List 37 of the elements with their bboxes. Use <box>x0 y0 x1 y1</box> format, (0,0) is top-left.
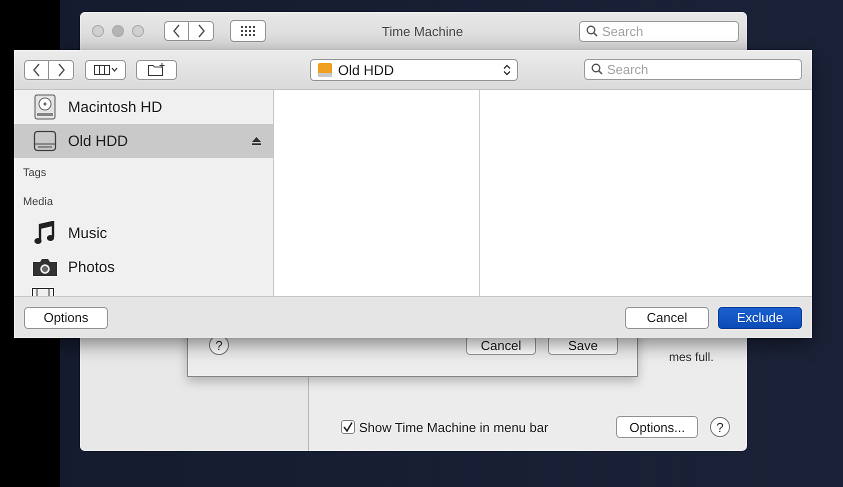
back-button[interactable] <box>164 21 189 41</box>
drive-icon <box>317 62 333 78</box>
search-field[interactable]: Search <box>584 59 802 80</box>
eject-icon[interactable] <box>252 137 261 145</box>
view-button[interactable] <box>85 60 126 80</box>
sidebar-item[interactable]: Photos <box>14 250 273 284</box>
sidebar-item[interactable]: Old HDD <box>14 124 273 158</box>
checkbox-label: Show Time Machine in menu bar <box>359 420 550 434</box>
chevron-right-icon <box>198 24 204 38</box>
grid-icon <box>241 26 255 36</box>
new-folder-button[interactable] <box>136 60 177 80</box>
sidebar-item[interactable]: Macintosh HD <box>14 90 273 124</box>
location-popup[interactable]: Old HDD <box>310 58 518 80</box>
section-heading: Media <box>22 195 54 210</box>
exclude-button[interactable]: Exclude <box>718 306 802 328</box>
sidebar-item[interactable]: Music <box>14 216 273 250</box>
show-all-button[interactable] <box>230 20 266 42</box>
back-button[interactable] <box>24 60 49 80</box>
cancel-button[interactable]: Cancel <box>625 306 709 328</box>
forward-button[interactable] <box>189 21 214 41</box>
film-icon <box>32 288 54 296</box>
checkbox[interactable] <box>341 420 355 434</box>
search-field[interactable]: Search <box>579 20 739 42</box>
new-folder-icon <box>148 63 166 76</box>
columns-view-icon <box>94 64 118 74</box>
camera-icon <box>32 257 58 277</box>
section-heading: Tags <box>22 166 48 181</box>
description-text: mes full. <box>669 350 714 364</box>
window-title: Time Machine <box>380 24 464 38</box>
options-button[interactable]: Options... <box>616 416 698 438</box>
options-button[interactable]: Options <box>24 306 108 328</box>
chevron-left-icon <box>33 63 40 76</box>
updown-icon <box>503 64 511 76</box>
chevron-right-icon <box>58 63 64 76</box>
forward-button[interactable] <box>49 60 74 80</box>
chevron-left-icon <box>173 24 180 38</box>
help-button[interactable]: ? <box>710 417 730 437</box>
